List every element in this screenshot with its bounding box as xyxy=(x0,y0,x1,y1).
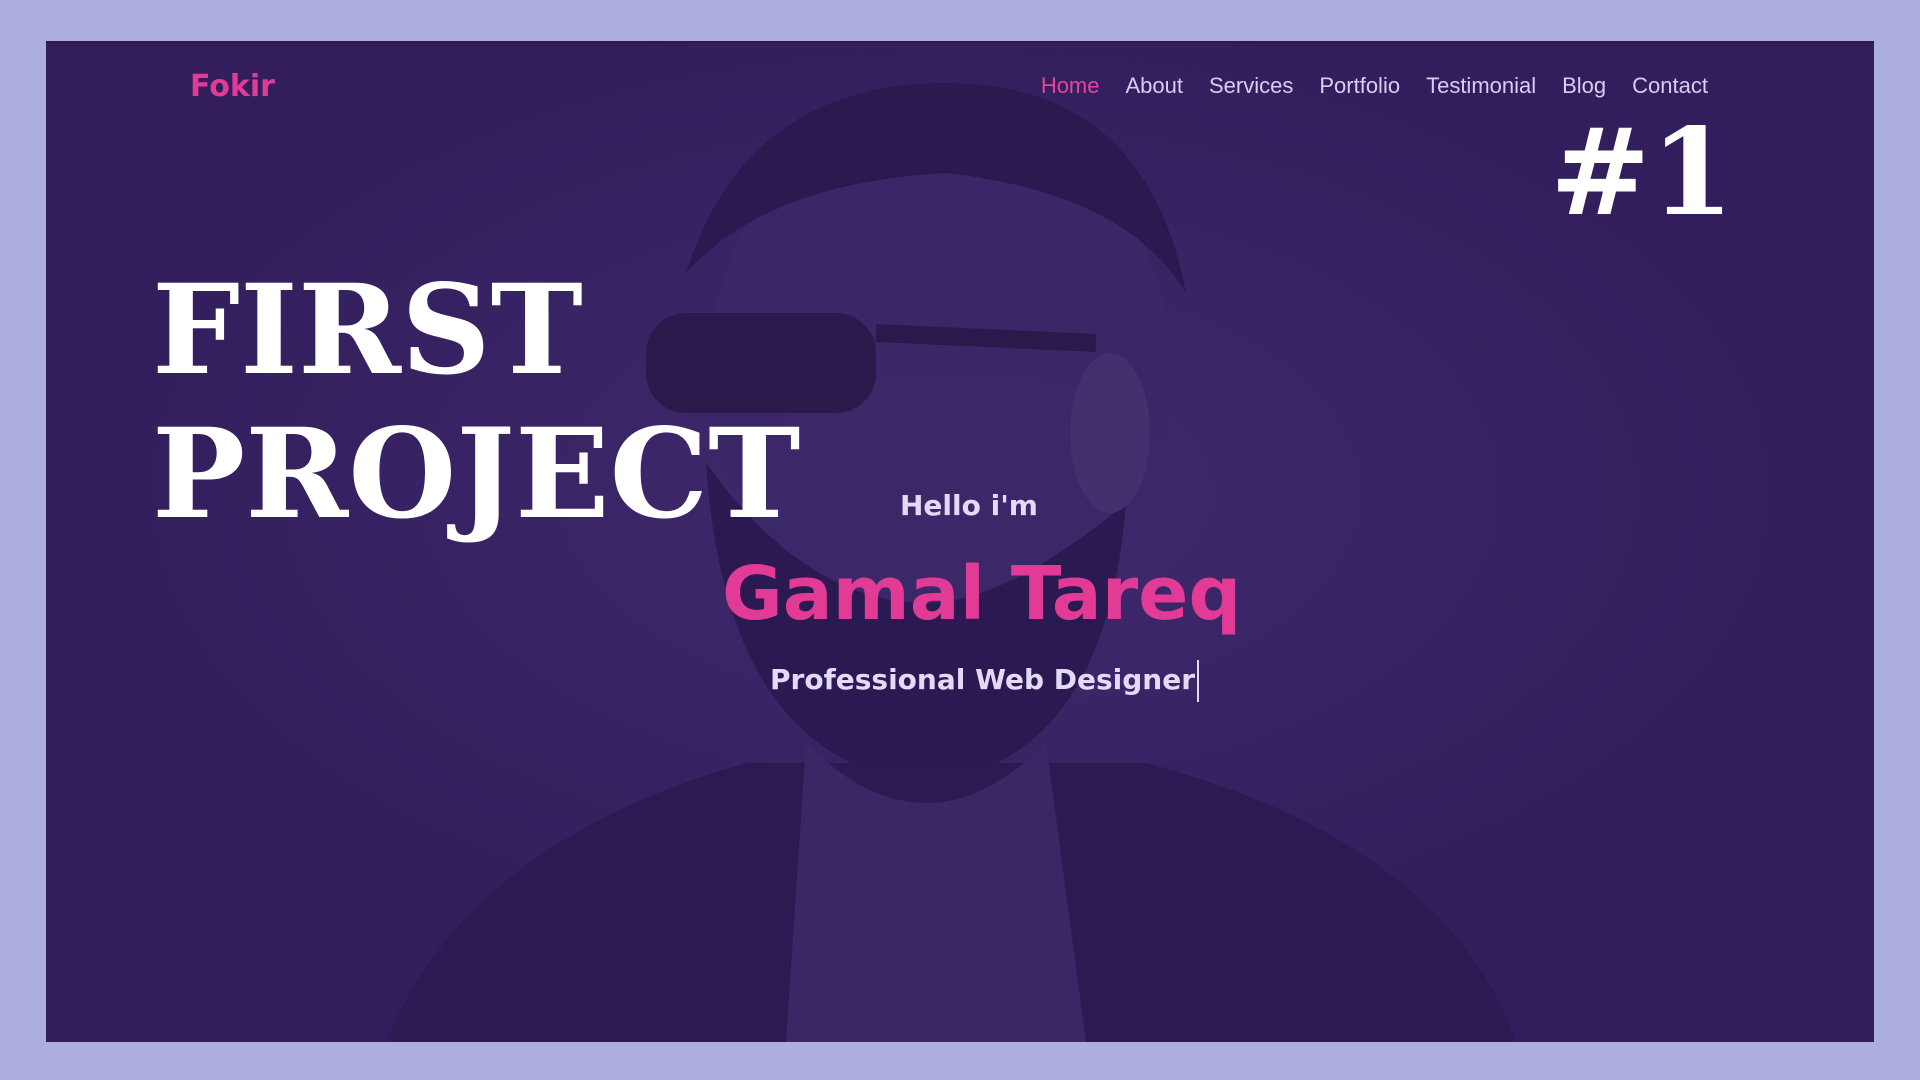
hero-greeting: Hello i'm xyxy=(900,489,1038,522)
hero-role-text: Professional Web Designer xyxy=(770,663,1196,696)
nav-item-contact[interactable]: Contact xyxy=(1632,73,1708,99)
nav-item-about[interactable]: About xyxy=(1126,73,1184,99)
hero-role: Professional Web Designer xyxy=(770,660,1200,702)
overlay-title: FIRST PROJECT xyxy=(152,259,800,547)
nav-item-home[interactable]: Home xyxy=(1041,73,1100,99)
hero-section: Fokir Home About Services Portfolio Test… xyxy=(46,41,1874,1042)
nav-item-portfolio[interactable]: Portfolio xyxy=(1319,73,1400,99)
project-number-badge: #1 xyxy=(1549,102,1734,243)
nav-item-testimonial[interactable]: Testimonial xyxy=(1426,73,1536,99)
overlay-title-line1: FIRST xyxy=(152,258,583,403)
overlay-title-line2: PROJECT xyxy=(152,402,801,547)
typing-cursor xyxy=(1197,660,1200,702)
site-logo[interactable]: Fokir xyxy=(190,69,275,104)
nav-menu: Home About Services Portfolio Testimonia… xyxy=(1041,73,1708,99)
nav-item-blog[interactable]: Blog xyxy=(1562,73,1606,99)
hero-name: Gamal Tareq xyxy=(722,551,1242,637)
nav-item-services[interactable]: Services xyxy=(1209,73,1293,99)
